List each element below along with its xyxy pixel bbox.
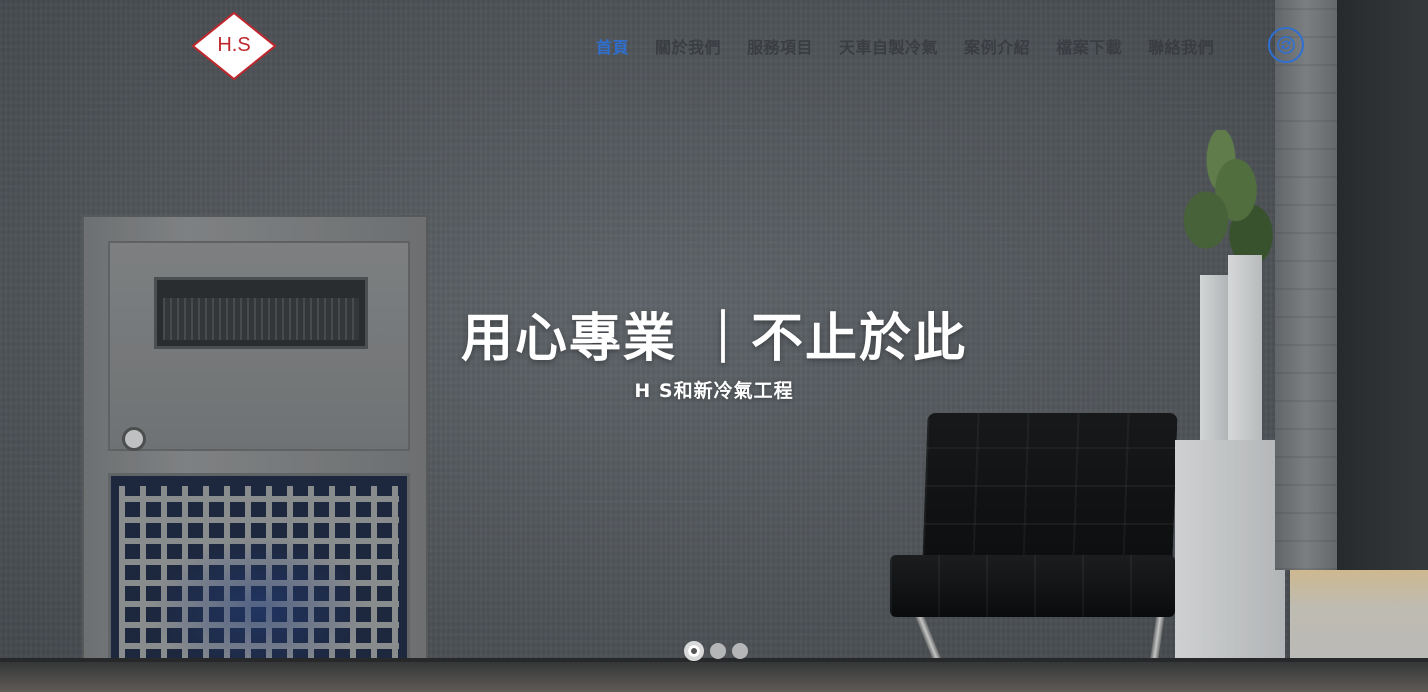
logo-text: H.S — [217, 34, 251, 56]
nav-item-cases[interactable]: 案例介紹 — [964, 34, 1030, 58]
hero-subtitle: H S和新冷氣工程 — [634, 380, 794, 402]
nav-item-home[interactable]: 首頁 — [596, 34, 629, 58]
site-header: H.S 首頁 關於我們 服務項目 天車自製冷氣 案例介紹 檔案下載 聯絡我們 — [0, 0, 1428, 92]
nav-item-services[interactable]: 服務項目 — [747, 34, 813, 58]
site-logo[interactable]: H.S — [192, 12, 276, 80]
slider-dot-2[interactable] — [710, 643, 726, 659]
nav-item-about[interactable]: 關於我們 — [655, 34, 721, 58]
language-switch-icon — [1277, 36, 1295, 54]
slider-dot-1[interactable] — [684, 641, 704, 661]
language-switch-button[interactable] — [1268, 27, 1304, 63]
main-nav: 首頁 關於我們 服務項目 天車自製冷氣 案例介紹 檔案下載 聯絡我們 — [596, 34, 1214, 58]
slider-pagination — [684, 641, 748, 661]
nav-item-crane-ac[interactable]: 天車自製冷氣 — [839, 34, 938, 58]
hero-banner: H.S 首頁 關於我們 服務項目 天車自製冷氣 案例介紹 檔案下載 聯絡我們 用… — [0, 0, 1428, 692]
nav-item-contact[interactable]: 聯絡我們 — [1148, 34, 1214, 58]
slider-dot-3[interactable] — [732, 643, 748, 659]
nav-item-downloads[interactable]: 檔案下載 — [1056, 34, 1122, 58]
hero-title: 用心專業 ｜不止於此 — [460, 309, 968, 369]
